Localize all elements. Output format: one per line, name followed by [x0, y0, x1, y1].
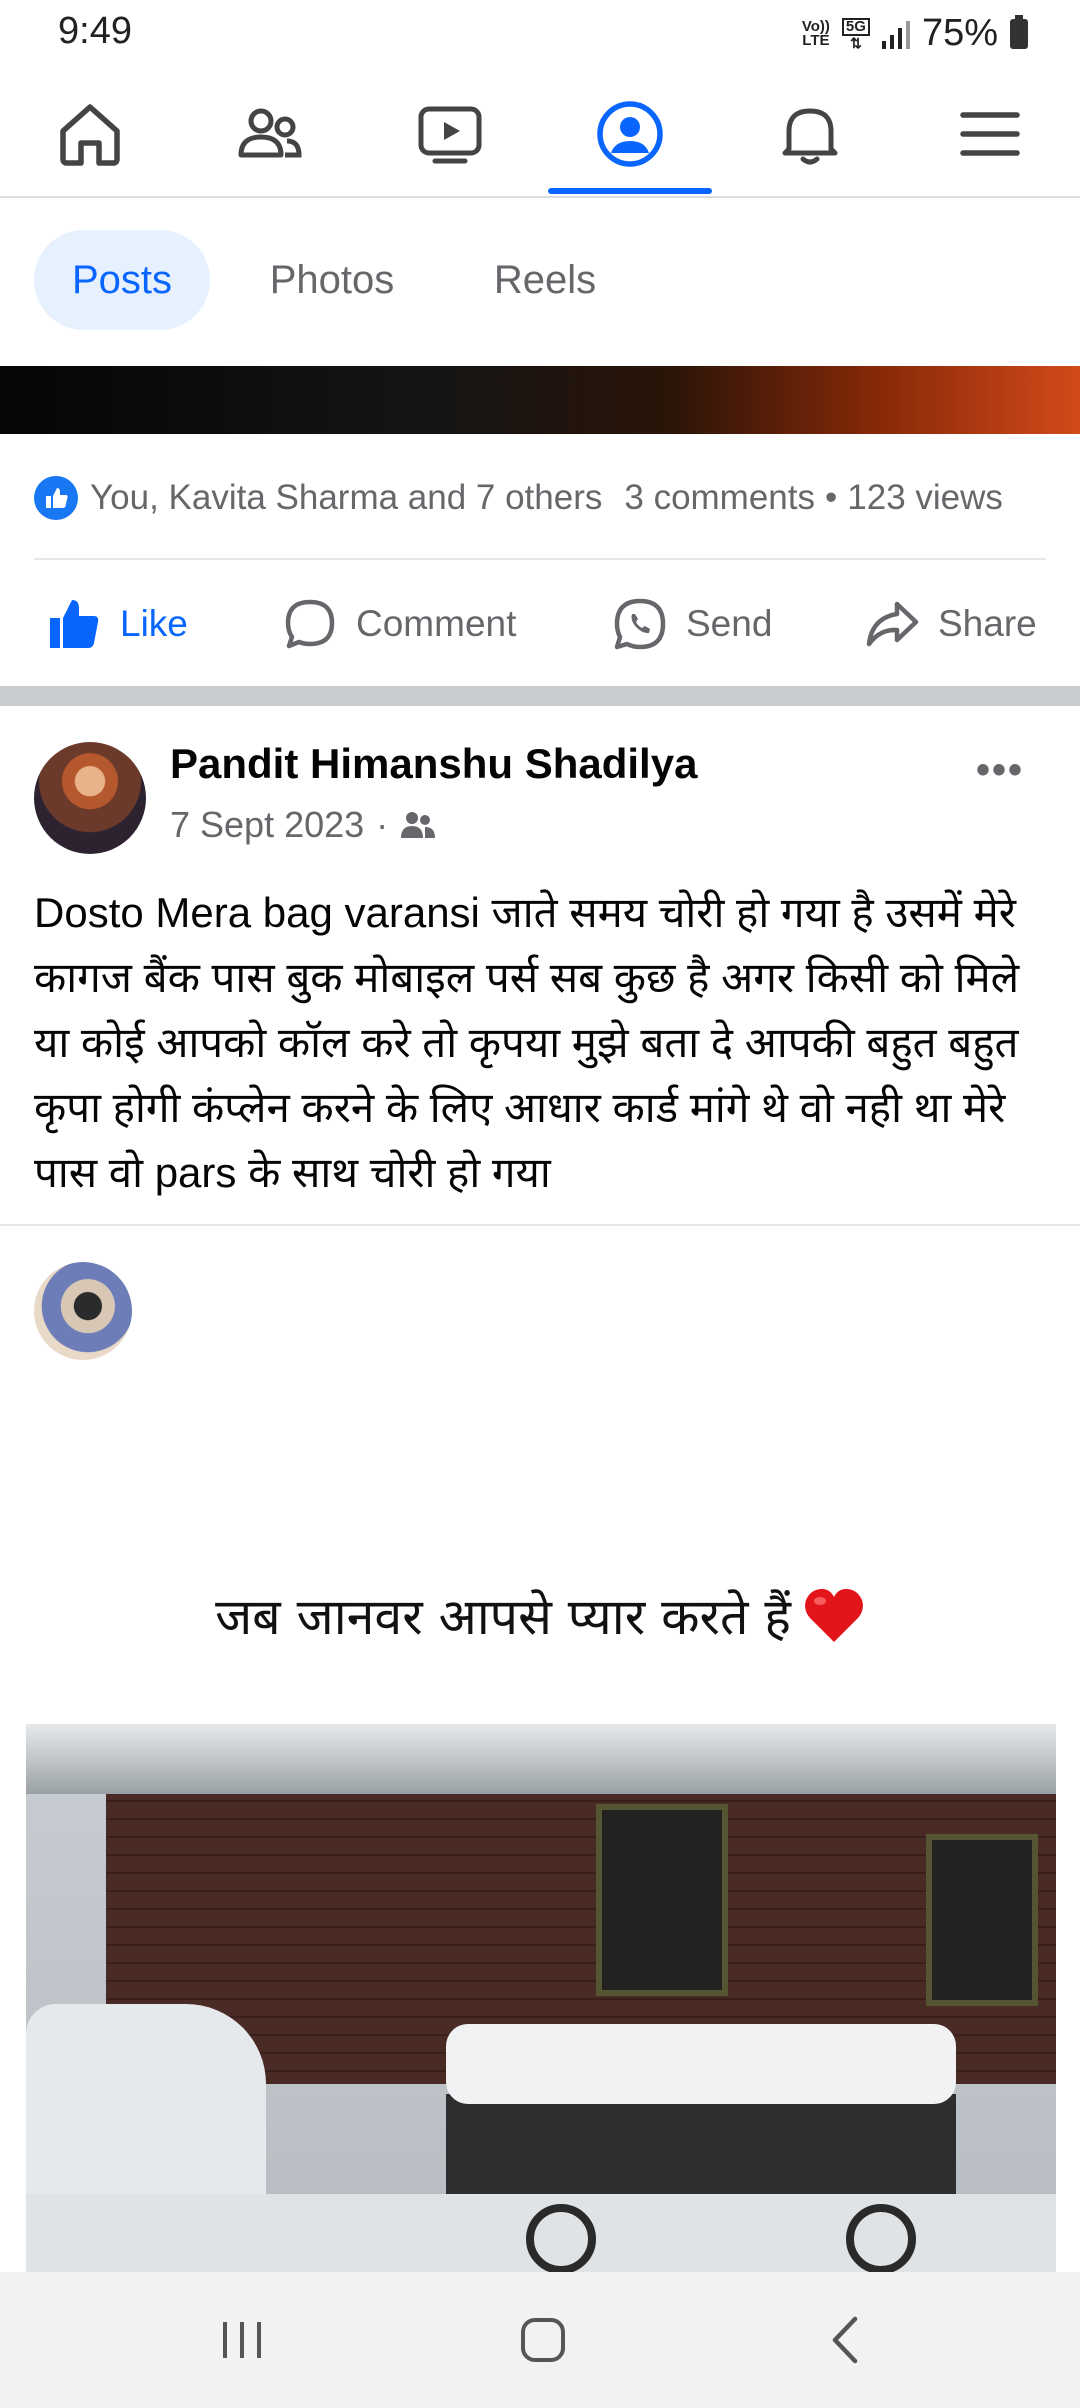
meta-dot: ·	[376, 804, 389, 845]
nav-notifications[interactable]	[720, 72, 900, 196]
post-date[interactable]: 7 Sept 2023	[170, 804, 364, 846]
thumbs-up-icon	[50, 600, 99, 648]
video-icon	[418, 106, 482, 164]
volte-bottom: LTE	[802, 31, 830, 49]
share-icon	[866, 601, 919, 647]
system-navigation-bar	[0, 2272, 1080, 2408]
image-cart-snow	[446, 2024, 956, 2104]
home-button-icon	[521, 2318, 565, 2362]
like-label: Like	[120, 603, 188, 644]
image-roof	[26, 1724, 1056, 1794]
status-bar: 9:49 Vo)) LTE 5G ⇅ 75%	[0, 0, 1080, 72]
like-button[interactable]: Like	[46, 565, 188, 683]
like-reaction-icon	[34, 476, 78, 520]
shared-caption-row: जब जानवर आपसे प्यार करते हैं	[0, 1570, 1080, 1660]
image-wheel	[526, 2204, 596, 2272]
image-wheel	[846, 2204, 916, 2272]
signal-icon	[881, 20, 910, 49]
status-time: 9:49	[58, 10, 132, 52]
image-snow	[26, 2004, 266, 2204]
feed-separator	[0, 686, 1080, 706]
nav-menu[interactable]	[900, 72, 1080, 196]
reactions-text[interactable]: You, Kavita Sharma and 7 others	[90, 478, 602, 518]
image-window	[926, 1834, 1038, 2006]
share-label: Share	[938, 603, 1037, 644]
author-avatar[interactable]	[34, 742, 146, 854]
notifications-icon	[782, 108, 838, 165]
menu-icon	[960, 112, 1020, 156]
battery-percentage: 75%	[921, 12, 998, 54]
data-arrows-icon: ⇅	[850, 34, 862, 51]
divider	[0, 1224, 1080, 1226]
recent-apps-button[interactable]	[152, 2272, 332, 2408]
image-window	[596, 1804, 728, 1996]
reactions-summary[interactable]: You, Kavita Sharma and 7 others 3 commen…	[34, 470, 1046, 526]
top-navigation	[0, 72, 1080, 198]
meta-separator: •	[825, 478, 838, 517]
friends-icon	[238, 108, 302, 158]
comment-button[interactable]: Comment	[282, 565, 516, 683]
post-meta: 7 Sept 2023 ·	[170, 804, 436, 846]
share-button[interactable]: Share	[864, 565, 1037, 683]
status-indicators: Vo)) LTE 5G ⇅ 75%	[802, 12, 1028, 55]
profile-icon	[597, 101, 663, 167]
battery-icon	[1010, 14, 1028, 49]
shared-caption: जब जानवर आपसे प्यार करते हैं	[215, 1588, 791, 1646]
send-button[interactable]: Send	[612, 565, 772, 683]
more-options-button[interactable]: •••	[976, 748, 1024, 793]
post-author-name[interactable]: Pandit Himanshu Shadilya	[170, 740, 697, 788]
post-action-bar: Like Comment Send Share	[0, 565, 1080, 683]
volte-indicator: Vo)) LTE	[802, 19, 830, 49]
comment-label: Comment	[356, 603, 517, 644]
tab-posts[interactable]: Posts	[34, 230, 210, 330]
nav-video[interactable]	[360, 72, 540, 196]
network-indicator: 5G ⇅	[841, 17, 870, 51]
views-count: 123 views	[847, 478, 1003, 517]
previous-post-image[interactable]	[0, 366, 1080, 434]
comment-icon	[285, 599, 335, 649]
nav-profile[interactable]	[540, 72, 720, 196]
tab-reels[interactable]: Reels	[450, 230, 640, 330]
back-icon	[832, 2316, 858, 2364]
friends-icon	[401, 812, 436, 838]
image-cart	[446, 2094, 956, 2204]
shared-avatar[interactable]	[34, 1262, 132, 1360]
heart-icon	[805, 1589, 863, 1642]
back-button[interactable]	[755, 2272, 935, 2408]
post-text: Dosto Mera bag varansi जाते समय चोरी हो …	[34, 889, 1020, 1196]
comments-count[interactable]: 3 comments	[624, 478, 815, 518]
nav-home[interactable]	[0, 72, 180, 196]
home-button[interactable]	[453, 2272, 633, 2408]
profile-filter-tabs: Posts Photos Reels	[0, 198, 1080, 366]
active-tab-indicator	[548, 188, 712, 194]
whatsapp-icon	[614, 598, 666, 650]
shared-video-thumbnail[interactable]	[26, 1724, 1056, 2272]
divider	[34, 558, 1046, 560]
network-type: 5G	[841, 17, 870, 36]
nav-friends[interactable]	[180, 72, 360, 196]
recent-apps-icon	[223, 2322, 261, 2358]
home-icon	[60, 104, 120, 166]
send-label: Send	[686, 603, 773, 644]
tab-photos[interactable]: Photos	[232, 230, 432, 330]
